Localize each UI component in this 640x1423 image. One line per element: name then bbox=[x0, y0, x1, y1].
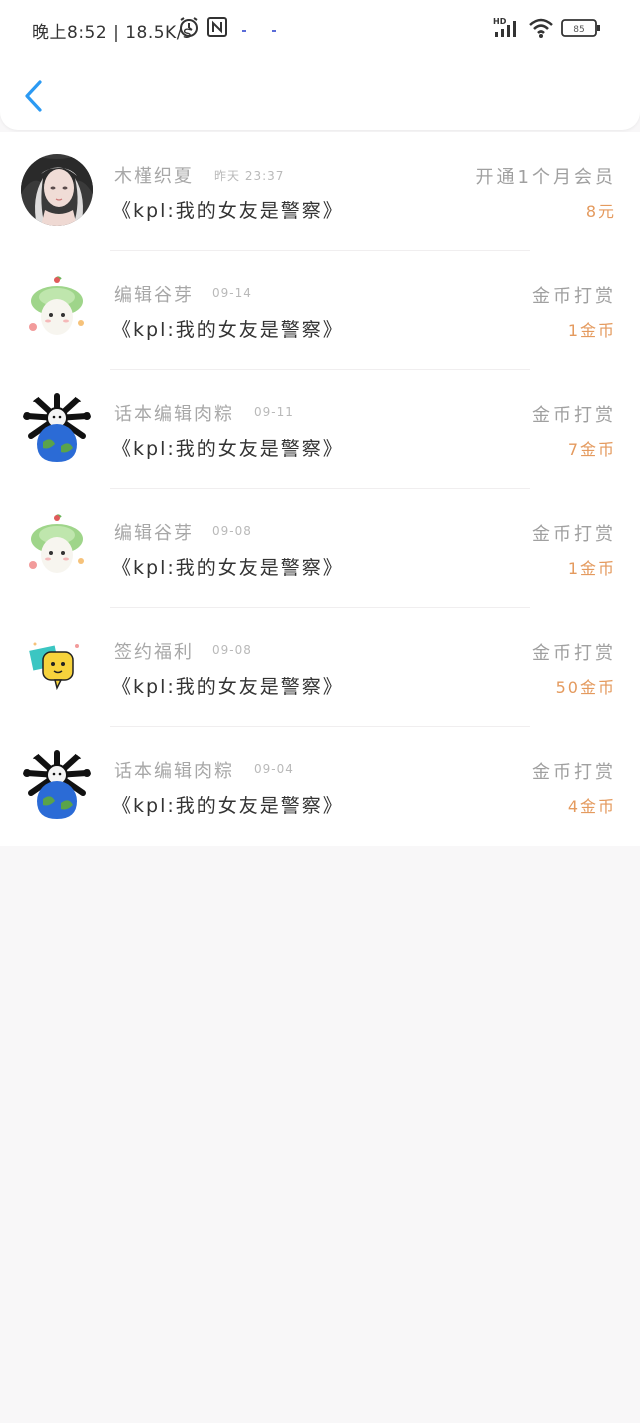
wifi-icon bbox=[529, 18, 553, 38]
book-title: 《kpl:我的女友是警察》 bbox=[112, 795, 344, 817]
status-time-speed: 晚上8:52 | 18.5K/s bbox=[32, 23, 193, 43]
battery-icon: 85 bbox=[561, 19, 600, 37]
earth-avatar-icon bbox=[21, 392, 93, 464]
network-label: HD bbox=[493, 17, 507, 26]
earth-avatar-icon bbox=[21, 749, 93, 821]
book-title: 《kpl:我的女友是警察》 bbox=[112, 200, 344, 222]
battery-level: 85 bbox=[573, 25, 584, 35]
sprout-avatar-icon bbox=[21, 511, 93, 583]
back-button[interactable] bbox=[18, 74, 54, 118]
reward-amount: 1金币 bbox=[567, 559, 616, 578]
record-date: 09-11 bbox=[254, 405, 294, 419]
book-title: 《kpl:我的女友是警察》 bbox=[112, 676, 344, 698]
chevron-left-icon bbox=[25, 80, 42, 112]
book-title: 《kpl:我的女友是警察》 bbox=[112, 438, 344, 460]
reward-amount: 50金币 bbox=[555, 678, 616, 697]
notification-dots-icon bbox=[242, 30, 276, 32]
sender-name: 话本编辑肉粽 bbox=[114, 404, 234, 425]
reward-type: 金币打赏 bbox=[532, 405, 616, 426]
reward-type: 金币打赏 bbox=[532, 524, 616, 545]
nfc-icon bbox=[207, 17, 227, 37]
record-date: 昨天 23:37 bbox=[214, 169, 285, 183]
reward-type: 金币打赏 bbox=[532, 643, 616, 664]
sender-name: 话本编辑肉粽 bbox=[114, 761, 234, 782]
reward-amount: 7金币 bbox=[567, 440, 616, 459]
list-item[interactable]: 木槿织夏 昨天 23:37 《kpl:我的女友是警察》 开通1个月会员 8元 bbox=[0, 132, 640, 251]
reward-record-list: 木槿织夏 昨天 23:37 《kpl:我的女友是警察》 开通1个月会员 8元 编… bbox=[0, 132, 640, 846]
book-title: 《kpl:我的女友是警察》 bbox=[112, 319, 344, 341]
reward-amount: 4金币 bbox=[567, 797, 616, 816]
sender-name: 编辑谷芽 bbox=[114, 285, 194, 306]
avatar bbox=[21, 154, 93, 226]
list-item[interactable]: 话本编辑肉粽 09-04 《kpl:我的女友是警察》 金币打赏 4金币 bbox=[0, 727, 640, 846]
avatar bbox=[21, 511, 93, 583]
list-item[interactable]: 编辑谷芽 09-08 《kpl:我的女友是警察》 金币打赏 1金币 bbox=[0, 489, 640, 608]
record-date: 09-14 bbox=[212, 286, 252, 300]
record-date: 09-08 bbox=[212, 643, 252, 657]
avatar bbox=[21, 273, 93, 345]
reward-amount: 8元 bbox=[585, 202, 616, 221]
avatar bbox=[21, 630, 93, 702]
avatar bbox=[21, 392, 93, 464]
reward-type: 金币打赏 bbox=[532, 286, 616, 307]
sender-name: 签约福利 bbox=[114, 642, 194, 663]
list-item[interactable]: 签约福利 09-08 《kpl:我的女友是警察》 金币打赏 50金币 bbox=[0, 608, 640, 727]
status-bar: 晚上8:52 | 18.5K/s HD 85 bbox=[0, 0, 640, 58]
portrait-avatar-icon bbox=[21, 154, 93, 226]
sender-name: 木槿织夏 bbox=[114, 166, 194, 187]
record-date: 09-08 bbox=[212, 524, 252, 538]
list-item[interactable]: 话本编辑肉粽 09-11 《kpl:我的女友是警察》 金币打赏 7金币 bbox=[0, 370, 640, 489]
reward-type: 金币打赏 bbox=[532, 762, 616, 783]
avatar bbox=[21, 749, 93, 821]
chat-bubble-avatar-icon bbox=[21, 630, 93, 702]
record-date: 09-04 bbox=[254, 762, 294, 776]
top-header: 晚上8:52 | 18.5K/s HD 85 bbox=[0, 0, 640, 130]
sender-name: 编辑谷芽 bbox=[114, 523, 194, 544]
list-item[interactable]: 编辑谷芽 09-14 《kpl:我的女友是警察》 金币打赏 1金币 bbox=[0, 251, 640, 370]
reward-amount: 1金币 bbox=[567, 321, 616, 340]
book-title: 《kpl:我的女友是警察》 bbox=[112, 557, 344, 579]
reward-type: 开通1个月会员 bbox=[475, 167, 616, 188]
signal-icon: HD bbox=[493, 17, 516, 37]
alarm-icon bbox=[180, 17, 198, 37]
sprout-avatar-icon bbox=[21, 273, 93, 345]
